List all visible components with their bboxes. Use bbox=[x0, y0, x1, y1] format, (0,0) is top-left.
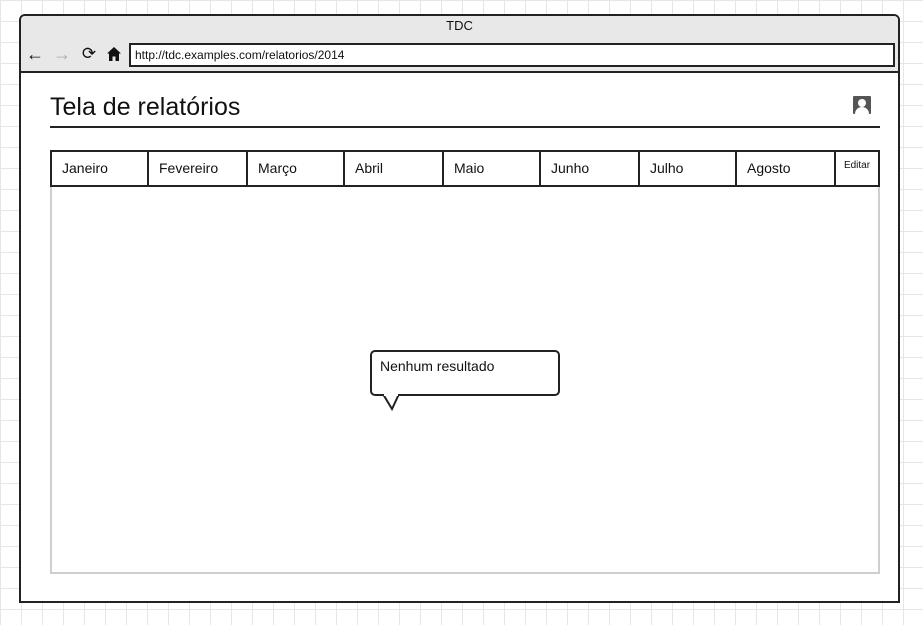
user-icon-shoulders bbox=[855, 107, 869, 114]
edit-button[interactable]: Editar bbox=[836, 152, 878, 185]
no-results-callout: Nenhum resultado bbox=[370, 350, 560, 396]
home-icon bbox=[107, 47, 121, 61]
arrow-right-icon: → bbox=[53, 44, 71, 64]
forward-button[interactable]: → bbox=[52, 44, 72, 64]
tab-janeiro[interactable]: Janeiro bbox=[52, 152, 149, 185]
page-content: Tela de relatórios Janeiro Fevereiro Mar… bbox=[21, 73, 898, 601]
tab-marco[interactable]: Março bbox=[248, 152, 345, 185]
address-bar[interactable] bbox=[129, 43, 895, 67]
home-button[interactable] bbox=[104, 44, 124, 64]
arrow-left-icon: ← bbox=[26, 44, 44, 64]
reload-icon: ⟳ bbox=[81, 44, 97, 63]
callout-tail bbox=[383, 394, 400, 411]
month-tabs: Janeiro Fevereiro Março Abril Maio Junho… bbox=[50, 150, 880, 187]
tab-maio[interactable]: Maio bbox=[444, 152, 541, 185]
tab-agosto[interactable]: Agosto bbox=[737, 152, 836, 185]
page-title: Tela de relatórios bbox=[50, 93, 241, 121]
tab-julho[interactable]: Julho bbox=[640, 152, 737, 185]
tab-fevereiro[interactable]: Fevereiro bbox=[149, 152, 248, 185]
user-icon-head bbox=[858, 99, 866, 107]
user-icon[interactable] bbox=[853, 96, 871, 114]
tab-abril[interactable]: Abril bbox=[345, 152, 444, 185]
browser-chrome: TDC ← → ⟳ bbox=[21, 16, 898, 73]
browser-window: TDC ← → ⟳ Tela de relatórios Janeiro Fev… bbox=[19, 14, 900, 603]
title-divider bbox=[50, 126, 880, 128]
back-button[interactable]: ← bbox=[25, 44, 45, 64]
window-title: TDC bbox=[446, 18, 473, 33]
tab-junho[interactable]: Junho bbox=[541, 152, 640, 185]
reload-button[interactable]: ⟳ bbox=[79, 44, 99, 64]
